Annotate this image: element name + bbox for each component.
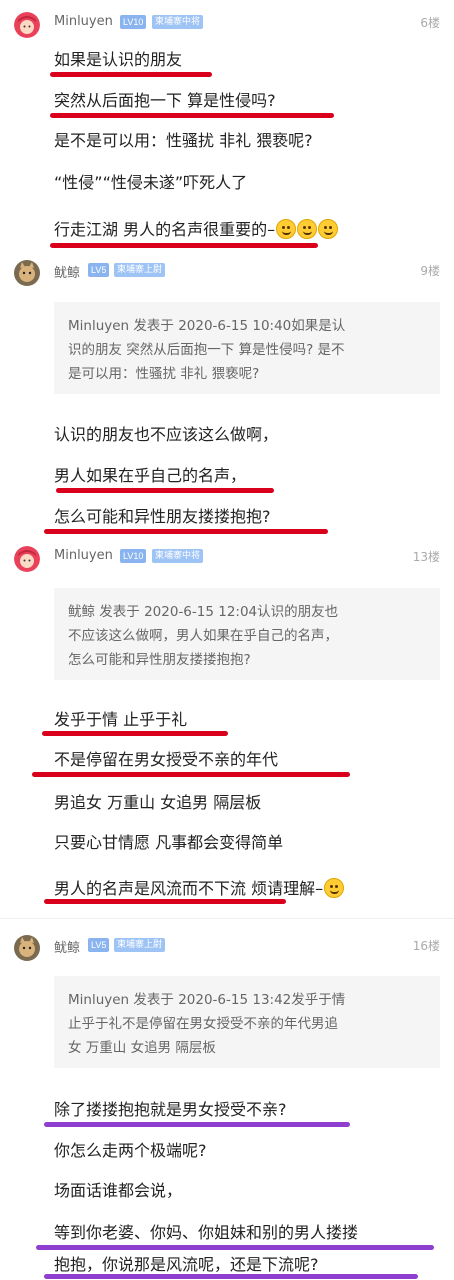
floor-number: 9楼 (420, 264, 440, 278)
post-line: 除了搂搂抱抱就是男女授受不亲? (54, 1100, 287, 1119)
post-line: 认识的朋友也不应该这么做啊， (54, 425, 279, 444)
post-line: 不是停留在男女授受不亲的年代 (54, 750, 279, 769)
quote-block: 鱿鲸 发表于 2020-6-15 12:04认识的朋友也 不应该这么做啊，男人如… (54, 588, 440, 680)
post-line-text: 男人的名声是风流而不下流 烦请理解– (54, 879, 324, 898)
quote-line: 鱿鲸 发表于 2020-6-15 12:04认识的朋友也 (68, 604, 339, 620)
quote-block: Minluyen 发表于 2020-6-15 13:42发乎于情 止乎于礼不是停… (54, 976, 440, 1068)
post-line: “性侵”“性侵未遂”吓死人了 (54, 173, 248, 192)
post-line: 突然从后面抱一下 算是性侵吗? (54, 91, 276, 110)
level-badge: LV10 (120, 549, 147, 563)
reply-post: 鱿鲸 LV5 柬埔寨上尉 9楼 (0, 258, 454, 288)
grin-emoji (297, 219, 318, 239)
post-line: 你怎么走两个极端呢? (54, 1141, 207, 1160)
floor-number: 16楼 (412, 939, 440, 953)
purple-underline (44, 1122, 350, 1127)
smirk-emoji (276, 219, 297, 239)
post-line: 只要心甘情愿 凡事都会变得简单 (54, 833, 284, 852)
quote-line: Minluyen 发表于 2020-6-15 10:40如果是认 (68, 318, 346, 334)
purple-underline (36, 1245, 434, 1250)
post-line: 男人如果在乎自己的名声， (54, 466, 247, 485)
red-underline (50, 72, 212, 77)
red-underline (32, 772, 350, 777)
rank-badge: 柬埔寨中将 (152, 549, 204, 563)
post-line-text: 行走江湖 男人的名声很重要的– (54, 220, 276, 239)
rank-badge: 柬埔寨上尉 (114, 938, 166, 952)
level-badge: LV5 (88, 263, 110, 277)
post-line: 抱抱，你说那是风流呢，还是下流呢? (54, 1255, 319, 1274)
post-line: 是不是可以用：性骚扰 非礼 猥亵呢? (54, 131, 313, 150)
red-underline (42, 731, 228, 736)
quote-line: 识的朋友 突然从后面抱一下 算是性侵吗? 是不 (68, 342, 345, 358)
username[interactable]: Minluyen (54, 14, 113, 29)
floor-number: 13楼 (412, 550, 440, 564)
rank-badge: 柬埔寨上尉 (114, 263, 166, 277)
blush-emoji (324, 878, 345, 898)
username[interactable]: 鱿鲸 (54, 262, 80, 281)
post-header: Minluyen LV10 柬埔寨中将 6楼 (0, 10, 454, 40)
post-line-with-emoji: 男人的名声是风流而不下流 烦请理解– (54, 878, 345, 900)
floor-number: 6楼 (420, 16, 440, 30)
quote-block: Minluyen 发表于 2020-6-15 10:40如果是认 识的朋友 突然… (54, 302, 440, 394)
post-line: 怎么可能和异性朋友搂搂抱抱? (54, 507, 271, 526)
divider (0, 918, 454, 919)
username[interactable]: Minluyen (54, 548, 113, 563)
quote-line: 怎么可能和异性朋友搂搂抱抱? (68, 652, 251, 668)
quote-line: 止乎于礼不是停留在男女授受不亲的年代男追 (68, 1016, 338, 1032)
level-badge: LV10 (120, 15, 147, 29)
red-underline (50, 243, 318, 248)
masha-avatar[interactable] (14, 12, 40, 38)
quote-line: 是可以用：性骚扰 非礼 猥亵呢? (68, 366, 260, 382)
red-underline (44, 529, 328, 534)
cat-avatar[interactable] (14, 260, 40, 286)
post-line: 发乎于情 止乎于礼 (54, 710, 188, 729)
red-underline (44, 899, 286, 904)
quote-line: 女 万重山 女追男 隔层板 (68, 1040, 216, 1056)
username[interactable]: 鱿鲸 (54, 937, 80, 956)
post-header: 鱿鲸 LV5 柬埔寨上尉 9楼 (0, 258, 454, 288)
post-line-with-emoji: 行走江湖 男人的名声很重要的– (54, 219, 339, 241)
reply-post: Minluyen LV10 柬埔寨中将 13楼 (0, 544, 454, 574)
post-line: 男追女 万重山 女追男 隔层板 (54, 793, 262, 812)
post-line: 场面话谁都会说， (54, 1181, 183, 1200)
cat-avatar[interactable] (14, 935, 40, 961)
rank-badge: 柬埔寨中将 (152, 15, 204, 29)
post-line: 等到你老婆、你妈、你姐妹和别的男人搂搂 (54, 1223, 359, 1242)
reply-post: 鱿鲸 LV5 柬埔寨上尉 16楼 (0, 933, 454, 963)
red-underline (56, 488, 274, 493)
post-header: 鱿鲸 LV5 柬埔寨上尉 16楼 (0, 933, 454, 963)
red-underline (50, 113, 334, 118)
quote-line: 不应该这么做啊，男人如果在乎自己的名声， (68, 628, 338, 644)
purple-underline (44, 1274, 418, 1279)
post-header: Minluyen LV10 柬埔寨中将 13楼 (0, 544, 454, 574)
masha-avatar[interactable] (14, 546, 40, 572)
level-badge: LV5 (88, 938, 110, 952)
quote-line: Minluyen 发表于 2020-6-15 13:42发乎于情 (68, 992, 346, 1008)
post-line: 如果是认识的朋友 (54, 50, 183, 69)
laugh-cry-emoji (318, 219, 339, 239)
reply-post: Minluyen LV10 柬埔寨中将 6楼 (0, 10, 454, 40)
